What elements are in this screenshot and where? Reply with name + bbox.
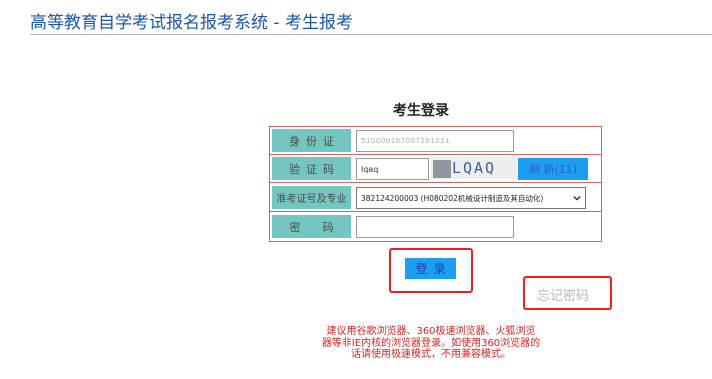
notice-line-3: 话请使用极速模式，不用兼容模式。 [351,349,511,360]
system-title: 高等教育自学考试报名报考系统 - 考生报考 [30,13,353,33]
notice-line-1: 建议用谷歌浏览器、360极速浏览器、火狐浏览 [326,326,536,337]
captcha-input[interactable]: lqaq [356,158,429,180]
login-title: 考生登录 [393,103,449,119]
notice-line-2: 器等非IE内核的浏览器登录。如使用360浏览器的 [321,337,541,349]
captcha-noise [433,160,451,178]
major-row: 准考证号及专业 382124200003 (H080202机械设计制造及其自动化… [270,184,601,212]
captcha-image-text: LQAQ [451,159,497,177]
id-label: 身份证 [272,129,351,152]
forgot-password-link[interactable]: 忘记密码 [537,285,589,304]
password-label: 密码 [272,215,351,238]
major-select[interactable]: 382124200003 (H080202机械设计制造及其自动化) [356,187,586,209]
id-row: 身份证 510000107007201011 [270,127,601,155]
id-input[interactable]: 510000107007201011 [356,130,514,152]
major-selected-value: 382124200003 (H080202机械设计制造及其自动化) [361,193,544,203]
captcha-row: 验证码 lqaq LQAQ 刷 新(11) [270,155,601,183]
captcha-label: 验证码 [272,157,351,180]
password-input[interactable] [356,216,514,238]
browser-notice: 建议用谷歌浏览器、360极速浏览器、火狐浏览 器等非IE内核的浏览器登录。如使用… [313,326,549,361]
login-button[interactable]: 登录 [405,258,456,279]
captcha-image[interactable]: LQAQ [431,157,517,179]
header-divider [30,34,712,35]
chevron-down-icon [573,195,581,201]
refresh-captcha-button[interactable]: 刷 新(11) [518,158,588,180]
login-form: 身份证 510000107007201011 验证码 lqaq LQAQ 刷 新… [269,126,602,242]
major-label: 准考证号及专业 [272,186,351,209]
password-row: 密码 [270,213,601,241]
